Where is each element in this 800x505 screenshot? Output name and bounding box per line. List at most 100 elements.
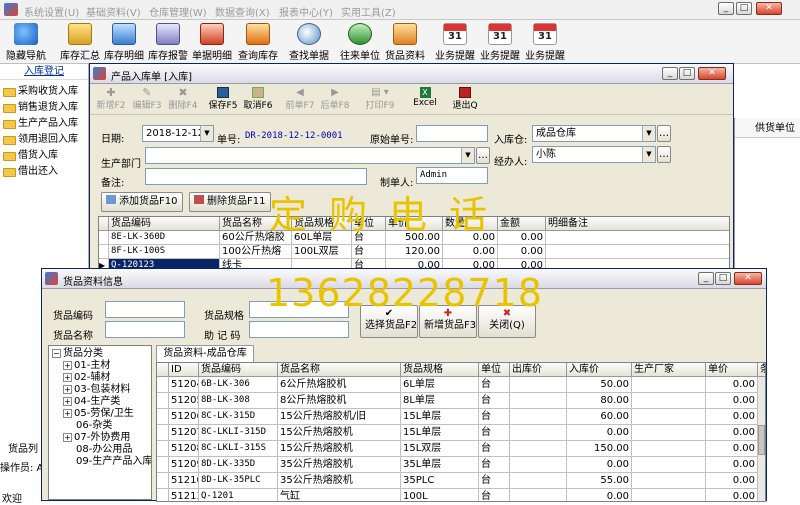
excel-button[interactable]: X Excel bbox=[408, 87, 442, 108]
goods-data-button[interactable]: 货品资料 bbox=[383, 22, 427, 62]
col-goods-name[interactable]: 货品名称 bbox=[278, 363, 401, 377]
tree-node[interactable]: +05-劳保/卫生 bbox=[52, 408, 151, 420]
select-goods-button[interactable]: ✔ 选择货品F2 bbox=[360, 305, 418, 338]
col-goods-spec[interactable]: 货品规格 bbox=[292, 217, 352, 231]
tree-root[interactable]: − 货品分类 bbox=[52, 348, 151, 360]
exit-button[interactable]: 退出Q bbox=[448, 87, 482, 111]
sidebar-item-lend-return[interactable]: 借出还入 bbox=[0, 164, 88, 180]
col-detail-note[interactable]: 明细备注 bbox=[546, 217, 729, 231]
handler-select[interactable]: 小陈 ▼ bbox=[532, 146, 656, 163]
memo-code-input[interactable] bbox=[249, 321, 349, 338]
inbound-minimize-button[interactable]: _ bbox=[662, 67, 678, 80]
dept-select[interactable]: ▼ bbox=[145, 147, 475, 164]
tree-node[interactable]: +07-外协费用 bbox=[52, 432, 151, 444]
col-qty[interactable]: 数量 bbox=[443, 217, 498, 231]
col-goods-spec[interactable]: 货品规格 bbox=[401, 363, 479, 377]
col-barcode[interactable]: 条形 bbox=[758, 363, 765, 377]
add-goods-button[interactable]: 添加货品F10 bbox=[101, 192, 183, 212]
tree-node[interactable]: 06-杂类 bbox=[52, 420, 151, 432]
scrollbar-thumb[interactable] bbox=[758, 425, 765, 455]
menu-system[interactable]: 系统设置(U) bbox=[24, 4, 79, 19]
app-close-button[interactable]: ✕ bbox=[756, 2, 782, 15]
col-in-price[interactable]: 入库价 bbox=[567, 363, 632, 377]
warehouse-select[interactable]: 成品仓库 ▼ bbox=[532, 125, 656, 142]
dept-more-button[interactable]: … bbox=[476, 147, 490, 164]
stock-summary-button[interactable]: 库存汇总 bbox=[58, 22, 102, 62]
goods-code-input[interactable] bbox=[105, 301, 185, 318]
doc-detail-button[interactable]: 单据明细 bbox=[190, 22, 234, 62]
col-maker[interactable]: 生产厂家 bbox=[632, 363, 706, 377]
goods-maximize-button[interactable]: □ bbox=[715, 272, 731, 285]
date-picker[interactable]: 2018-12-12 ▼ bbox=[142, 125, 214, 142]
prev-doc-button[interactable]: ◀ 前单F7 bbox=[283, 87, 317, 111]
maker-input[interactable]: Admin bbox=[416, 167, 488, 184]
handler-more-button[interactable]: … bbox=[657, 146, 671, 163]
goods-name-input[interactable] bbox=[105, 321, 185, 338]
expand-icon: + bbox=[63, 408, 72, 418]
table-cell: 35公斤热熔胶机 bbox=[278, 473, 401, 489]
partner-button[interactable]: 往来单位 bbox=[338, 22, 382, 62]
table-cell: 台 bbox=[479, 441, 510, 457]
tree-node[interactable]: 08-办公用品 bbox=[52, 444, 151, 456]
delete-button[interactable]: ✖ 删除F4 bbox=[166, 87, 200, 111]
cancel-button[interactable]: 取消F6 bbox=[241, 87, 275, 111]
new-goods-button[interactable]: ✚ 新增货品F3 bbox=[419, 305, 477, 338]
goods-grid-scrollbar[interactable] bbox=[757, 377, 765, 501]
col-unit-price[interactable]: 单价 bbox=[706, 363, 758, 377]
col-amount[interactable]: 金额 bbox=[498, 217, 546, 231]
warehouse-more-button[interactable]: … bbox=[657, 125, 671, 142]
goods-minimize-button[interactable]: _ bbox=[698, 272, 714, 285]
stock-alarm-button[interactable]: 库存报警 bbox=[146, 22, 190, 62]
sidebar-item-use-return[interactable]: 领用退回入库 bbox=[0, 132, 88, 148]
col-goods-name[interactable]: 货品名称 bbox=[220, 217, 292, 231]
sidebar-header[interactable]: 入库登记 bbox=[0, 64, 88, 80]
col-unit[interactable]: 单位 bbox=[352, 217, 386, 231]
app-maximize-button[interactable]: □ bbox=[736, 2, 752, 15]
hide-nav-button[interactable]: 隐藏导航 bbox=[4, 22, 48, 62]
reminder-button-2[interactable]: 31 业务提醒 bbox=[478, 22, 522, 62]
goods-spec-input[interactable] bbox=[249, 301, 349, 318]
close-button[interactable]: ✖ 关闭(Q) bbox=[478, 305, 536, 338]
save-button[interactable]: 保存F5 bbox=[206, 87, 240, 111]
sidebar-item-sales-return[interactable]: 销售退货入库 bbox=[0, 100, 88, 116]
col-goods-code[interactable]: 货品编码 bbox=[109, 217, 220, 231]
orig-no-input[interactable] bbox=[416, 125, 488, 142]
app-minimize-button[interactable]: _ bbox=[718, 2, 734, 15]
menu-warehouse[interactable]: 仓库管理(W) bbox=[149, 4, 207, 19]
goods-close-window-button[interactable]: ✕ bbox=[734, 272, 762, 285]
menu-basic-data[interactable]: 基础资料(V) bbox=[86, 4, 141, 19]
sidebar-item-product-in[interactable]: 生产产品入库 bbox=[0, 116, 88, 132]
col-goods-code[interactable]: 货品编码 bbox=[199, 363, 278, 377]
next-doc-button[interactable]: ▶ 后单F8 bbox=[318, 87, 352, 111]
menu-query[interactable]: 数据查询(X) bbox=[215, 4, 270, 19]
sidebar-bottom-tab[interactable]: 货品列 bbox=[8, 440, 38, 455]
delete-goods-button[interactable]: 删除货品F11 bbox=[189, 192, 271, 212]
print-button[interactable]: ▤ ▾ 打印F9 bbox=[360, 87, 400, 111]
tree-node[interactable]: 09-生产产品入库 bbox=[52, 456, 151, 468]
edit-button[interactable]: ✎ 编辑F3 bbox=[130, 87, 164, 111]
sidebar-item-purchase-in[interactable]: 采购收货入库 bbox=[0, 84, 88, 100]
col-price[interactable]: 单价 bbox=[386, 217, 443, 231]
reminder-button-1[interactable]: 31 业务提醒 bbox=[433, 22, 477, 62]
query-stock-button[interactable]: 查询库存 bbox=[236, 22, 280, 62]
tab-goods-warehouse[interactable]: 货品资料-成品仓库 bbox=[156, 345, 254, 362]
col-unit[interactable]: 单位 bbox=[479, 363, 510, 377]
col-out-price[interactable]: 出库价 bbox=[510, 363, 567, 377]
tree-node[interactable]: +02-辅材 bbox=[52, 372, 151, 384]
tree-node[interactable]: +04-生产类 bbox=[52, 396, 151, 408]
menu-report[interactable]: 报表中心(Y) bbox=[279, 4, 333, 19]
tree-node[interactable]: +03-包装材料 bbox=[52, 384, 151, 396]
reminder-button-3[interactable]: 31 业务提醒 bbox=[523, 22, 567, 62]
handler-label: 经办人: bbox=[494, 157, 528, 168]
note-input[interactable] bbox=[145, 168, 367, 185]
tree-node[interactable]: +01-主材 bbox=[52, 360, 151, 372]
inbound-close-button[interactable]: ✕ bbox=[698, 67, 726, 80]
find-doc-button[interactable]: 查找单据 bbox=[287, 22, 331, 62]
new-button[interactable]: ✚ 新增F2 bbox=[95, 87, 127, 111]
col-id[interactable]: ID bbox=[169, 363, 199, 377]
sidebar-item-borrow-in[interactable]: 借货入库 bbox=[0, 148, 88, 164]
menu-tools[interactable]: 实用工具(Z) bbox=[341, 4, 396, 19]
stock-detail-button[interactable]: 库存明细 bbox=[102, 22, 146, 62]
inbound-maximize-button[interactable]: □ bbox=[679, 67, 695, 80]
warehouse-label: 入库仓: bbox=[494, 135, 528, 146]
